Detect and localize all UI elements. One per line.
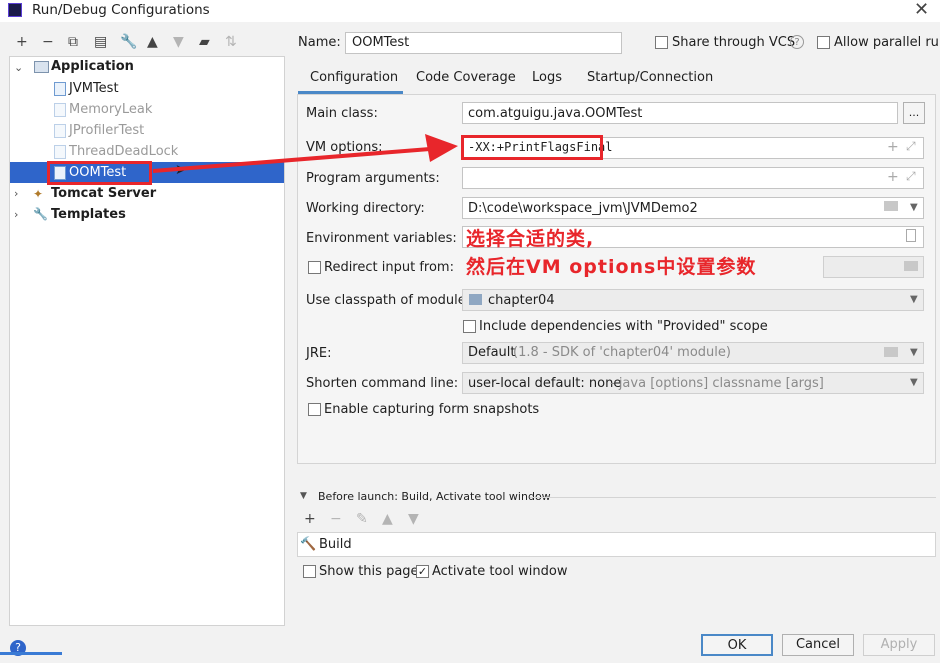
expand-plus-icon[interactable]: + xyxy=(887,169,899,185)
jre-value: Default xyxy=(468,345,516,360)
show-page-label: Show this page xyxy=(319,564,419,579)
apply-button[interactable]: Apply xyxy=(863,634,935,656)
build-task[interactable]: Build xyxy=(319,537,352,552)
program-args-input[interactable] xyxy=(462,167,924,189)
capture-snapshots-checkbox[interactable] xyxy=(308,403,321,416)
hammer-icon: 🔨 xyxy=(300,537,317,552)
shorten-label: Shorten command line: xyxy=(306,376,459,391)
annotation-text-line1: 选择合适的类, xyxy=(466,228,595,250)
activate-tool-checkbox[interactable]: ✓ xyxy=(416,565,429,578)
chevron-down-icon[interactable]: ▼ xyxy=(910,202,918,213)
program-args-label: Program arguments: xyxy=(306,171,440,186)
include-deps-label: Include dependencies with "Provided" sco… xyxy=(479,319,768,334)
folder-icon[interactable] xyxy=(904,261,918,271)
move-up-icon[interactable]: ▲ xyxy=(382,511,393,527)
chevron-down-icon[interactable]: ▼ xyxy=(910,377,918,388)
redirect-input-label: Redirect input from: xyxy=(324,260,454,275)
add-task-icon[interactable]: + xyxy=(304,511,316,527)
before-launch-list[interactable] xyxy=(297,532,936,557)
classpath-value: chapter04 xyxy=(488,293,555,308)
show-page-checkbox[interactable] xyxy=(303,565,316,578)
progress-bar xyxy=(0,652,62,655)
working-dir-value: D:\code\workspace_jvm\JVMDemo2 xyxy=(468,201,698,216)
ok-button[interactable]: OK xyxy=(701,634,773,656)
edit-env-icon[interactable] xyxy=(906,229,916,242)
include-deps-checkbox[interactable] xyxy=(463,320,476,333)
redirect-input-checkbox[interactable] xyxy=(308,261,321,274)
expand-icon[interactable]: ⤢ xyxy=(906,169,916,184)
remove-task-icon[interactable]: − xyxy=(330,511,342,527)
classpath-label: Use classpath of module: xyxy=(306,293,471,308)
shorten-hint: - java [options] classname [args] xyxy=(610,376,824,391)
jre-label: JRE: xyxy=(306,346,332,361)
capture-snapshots-label: Enable capturing form snapshots xyxy=(324,402,540,417)
before-launch-header: Before launch: Build, Activate tool wind… xyxy=(318,490,551,503)
module-icon xyxy=(469,294,482,305)
chevron-down-icon[interactable]: ▼ xyxy=(910,294,918,305)
edit-task-icon[interactable]: ✎ xyxy=(356,511,368,527)
collapse-chevron-icon[interactable]: ▼ xyxy=(300,491,307,501)
move-down-icon[interactable]: ▼ xyxy=(408,511,419,527)
separator xyxy=(530,497,936,498)
activate-tool-label: Activate tool window xyxy=(432,564,568,579)
chevron-down-icon[interactable]: ▼ xyxy=(910,347,918,358)
cancel-button[interactable]: Cancel xyxy=(782,634,854,656)
annotation-text-line2: 然后在VM options中设置参数 xyxy=(466,256,757,278)
shorten-value: user-local default: none xyxy=(468,376,622,391)
folder-icon[interactable] xyxy=(884,201,898,211)
jre-hint: (1.8 - SDK of 'chapter04' module) xyxy=(513,345,731,360)
working-dir-label: Working directory: xyxy=(306,201,425,216)
folder-icon[interactable] xyxy=(884,347,898,357)
env-vars-label: Environment variables: xyxy=(306,231,457,246)
